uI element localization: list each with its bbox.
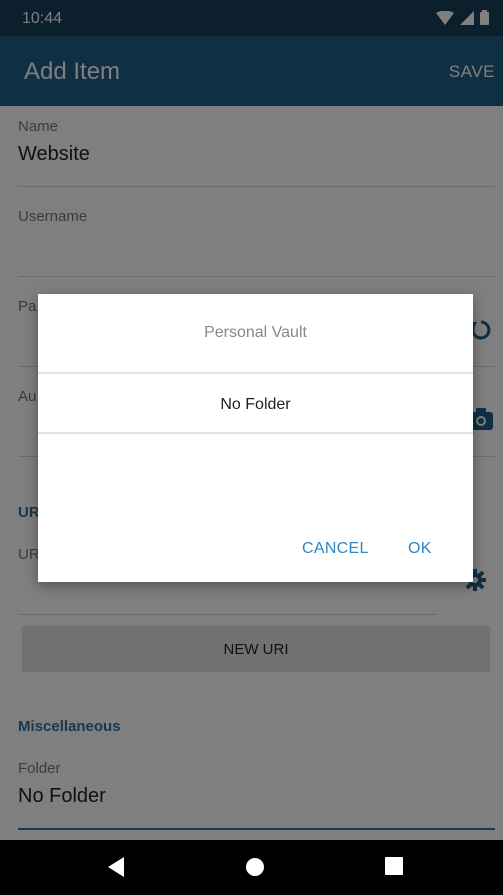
home-icon[interactable] (244, 856, 266, 883)
folder-picker-dialog: Personal Vault No Folder CANCEL OK (38, 294, 473, 582)
back-icon[interactable] (106, 856, 126, 883)
cancel-button[interactable]: CANCEL (302, 540, 369, 558)
dialog-divider (38, 432, 473, 434)
dialog-option-no-folder[interactable]: No Folder (38, 396, 473, 414)
dialog-title: Personal Vault (204, 324, 307, 341)
nav-bar (0, 840, 503, 895)
recents-icon[interactable] (384, 856, 404, 881)
dialog-divider (38, 372, 473, 374)
ok-button[interactable]: OK (408, 540, 432, 558)
